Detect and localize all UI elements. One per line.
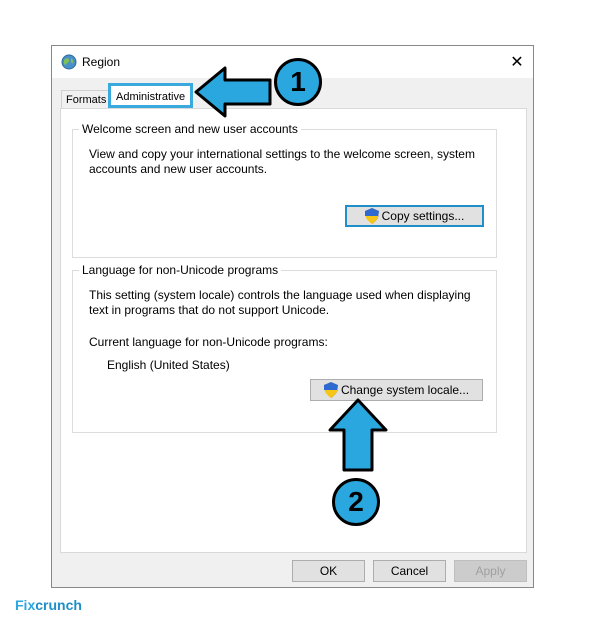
copy-settings-button[interactable]: Copy settings... xyxy=(345,205,484,227)
tab-administrative[interactable]: Administrative xyxy=(108,83,194,108)
current-language-value: English (United States) xyxy=(107,358,230,372)
change-system-locale-button[interactable]: Change system locale... xyxy=(310,379,483,401)
current-language-label: Current language for non-Unicode program… xyxy=(89,335,328,349)
uac-shield-icon xyxy=(323,382,338,398)
window-title: Region xyxy=(82,55,121,69)
close-icon: ✕ xyxy=(510,54,524,71)
locale-description: This setting (system locale) controls th… xyxy=(89,288,471,317)
close-button[interactable]: ✕ xyxy=(501,46,533,78)
welcome-description: View and copy your international setting… xyxy=(89,147,475,176)
step-marker-2: 2 xyxy=(332,478,380,526)
globe-icon xyxy=(61,54,77,70)
locale-group: Language for non-Unicode programs This s… xyxy=(72,263,497,433)
cancel-button[interactable]: Cancel xyxy=(373,560,446,582)
apply-button[interactable]: Apply xyxy=(454,560,527,582)
tab-formats[interactable]: Formats xyxy=(61,90,112,108)
uac-shield-icon xyxy=(364,208,379,224)
region-dialog: Region ✕ Formats Administrative Welcome … xyxy=(51,45,534,588)
administrative-panel: Welcome screen and new user accounts Vie… xyxy=(60,108,527,553)
welcome-group-title: Welcome screen and new user accounts xyxy=(79,122,301,136)
change-system-locale-label: Change system locale... xyxy=(340,383,470,397)
fixcrunch-logo: Fixcrunch xyxy=(15,597,82,613)
ok-button[interactable]: OK xyxy=(292,560,365,582)
welcome-group: Welcome screen and new user accounts Vie… xyxy=(72,122,497,258)
copy-settings-label: Copy settings... xyxy=(381,209,465,223)
step-marker-1: 1 xyxy=(274,58,322,106)
locale-group-title: Language for non-Unicode programs xyxy=(79,263,282,277)
